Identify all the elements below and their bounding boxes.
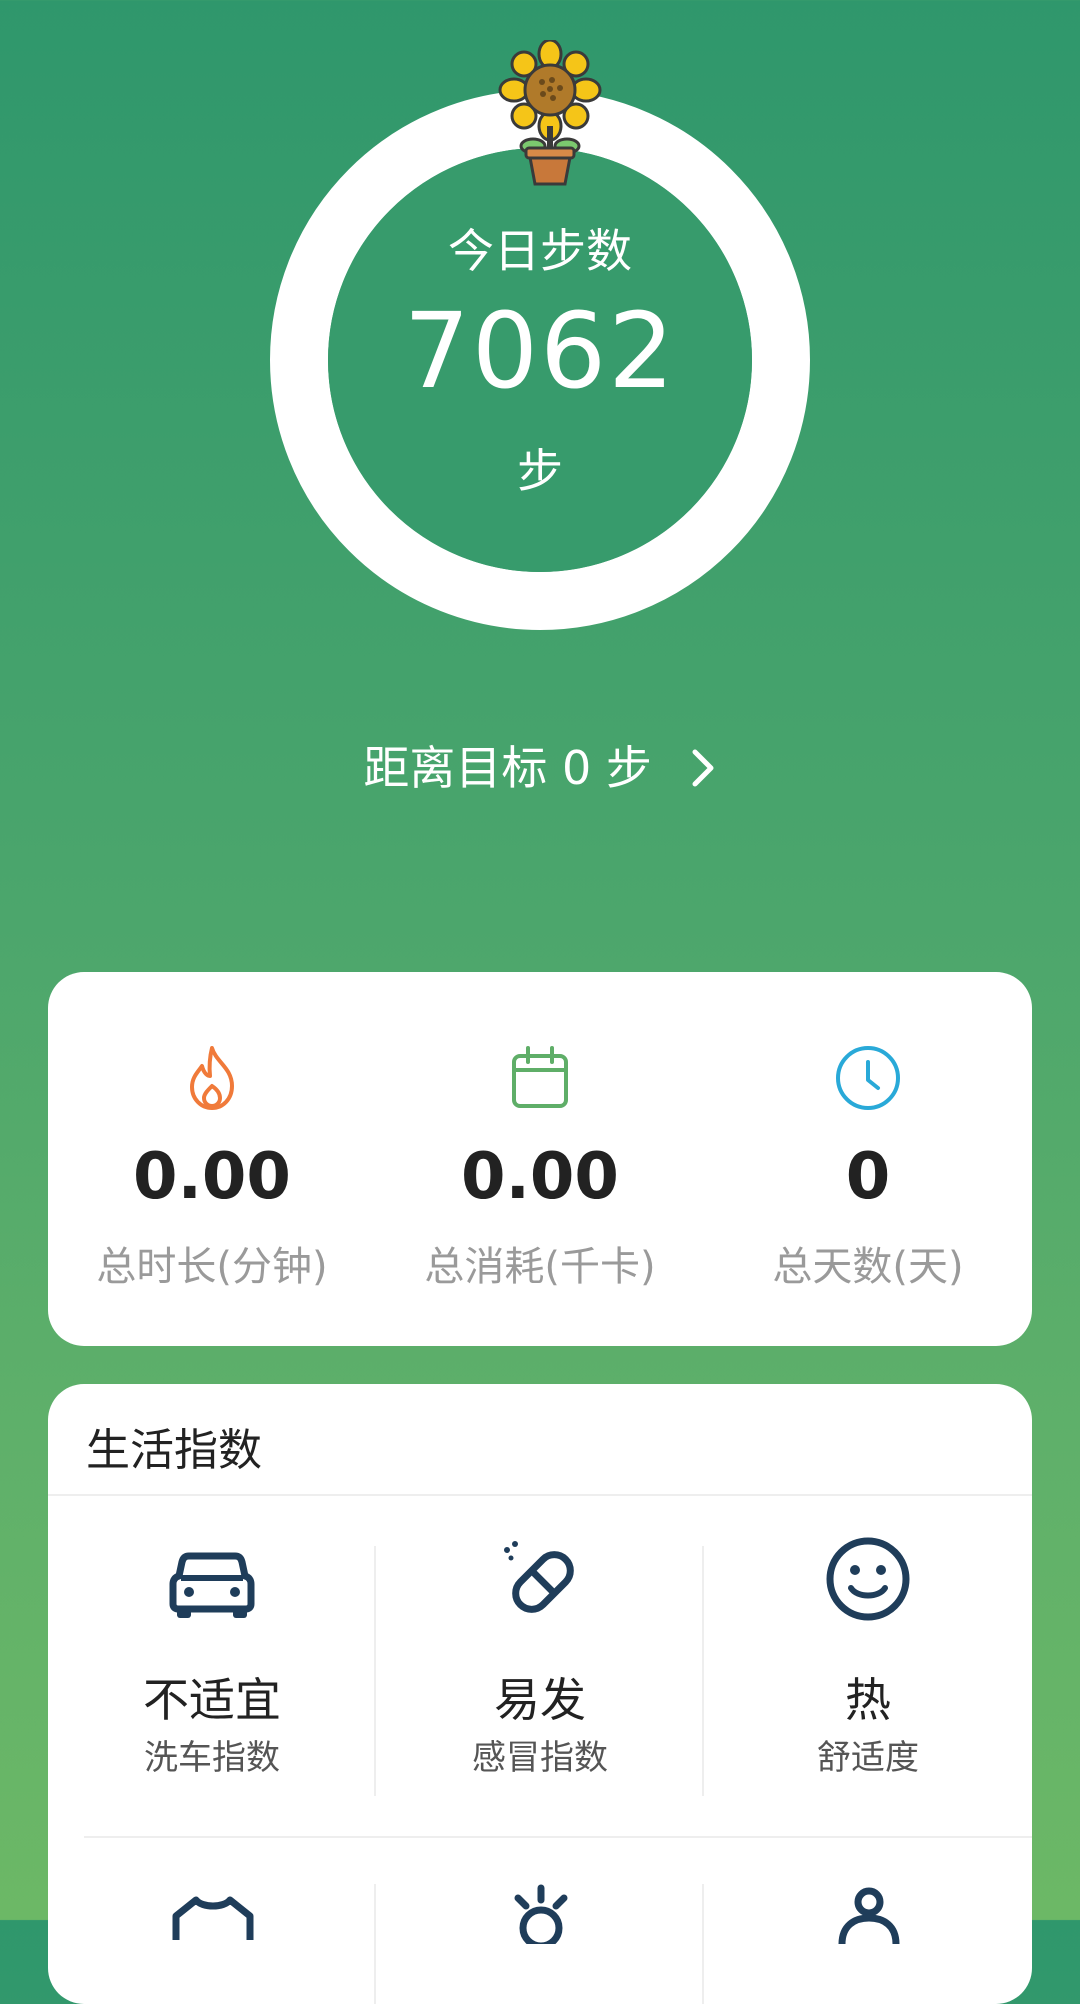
life-index-label: 洗车指数 [144,1738,280,1778]
stat-value: 0.00 [133,1140,291,1214]
steps-unit: 步 [517,444,563,498]
steps-value: 7062 [403,290,677,412]
sun-icon [514,1884,568,1944]
life-index-value: 不适宜 [143,1673,281,1727]
life-index-label: 感冒指数 [472,1738,608,1778]
stat-label: 总时长(分钟) [96,1244,328,1290]
calendar-icon [512,1046,568,1108]
life-index-label: 舒适度 [817,1738,919,1778]
stat-value: 0 [845,1140,891,1214]
divider [84,1836,1032,1838]
stats-card: 0.00 总时长(分钟) 0.00 总消耗(千卡) 0 总天数(天) [48,972,1032,1346]
stat-label: 总消耗(千卡) [424,1244,656,1290]
clock-icon [836,1046,900,1110]
stat-total-days[interactable]: 0 总天数(天) [704,972,1032,1346]
divider [702,1884,704,2004]
steps-title: 今日步数 [448,224,632,278]
life-index-cold[interactable]: 易发 感冒指数 [376,1534,704,1834]
car-icon [169,1552,255,1618]
goal-text: 距离目标 0 步 [363,741,652,795]
flame-icon [190,1046,234,1110]
sunflower-icon [498,40,602,186]
stat-total-duration[interactable]: 0.00 总时长(分钟) [48,972,376,1346]
life-index-value: 热 [845,1673,891,1727]
stat-value: 0.00 [461,1140,619,1214]
stat-label: 总天数(天) [772,1244,964,1290]
shirt-icon [172,1896,254,1940]
life-index-value: 易发 [494,1673,586,1727]
pill-icon [504,1541,574,1613]
smile-icon [826,1537,910,1621]
chevron-right-icon [689,738,717,796]
life-index-title: 生活指数 [86,1425,262,1476]
goal-link[interactable]: 距离目标 0 步 [0,732,1080,798]
life-index-card: 生活指数 不适宜 洗车指数 易发 感冒指数 热 舒适度 [48,1384,1032,2004]
life-index-carwash[interactable]: 不适宜 洗车指数 [48,1534,376,1834]
divider [48,1494,1032,1496]
life-index-comfort[interactable]: 热 舒适度 [704,1534,1032,1834]
stat-total-calories[interactable]: 0.00 总消耗(千卡) [376,972,704,1346]
person-icon [838,1887,900,1944]
step-ring[interactable]: 今日步数 7062 步 [270,40,810,630]
divider [374,1884,376,2004]
